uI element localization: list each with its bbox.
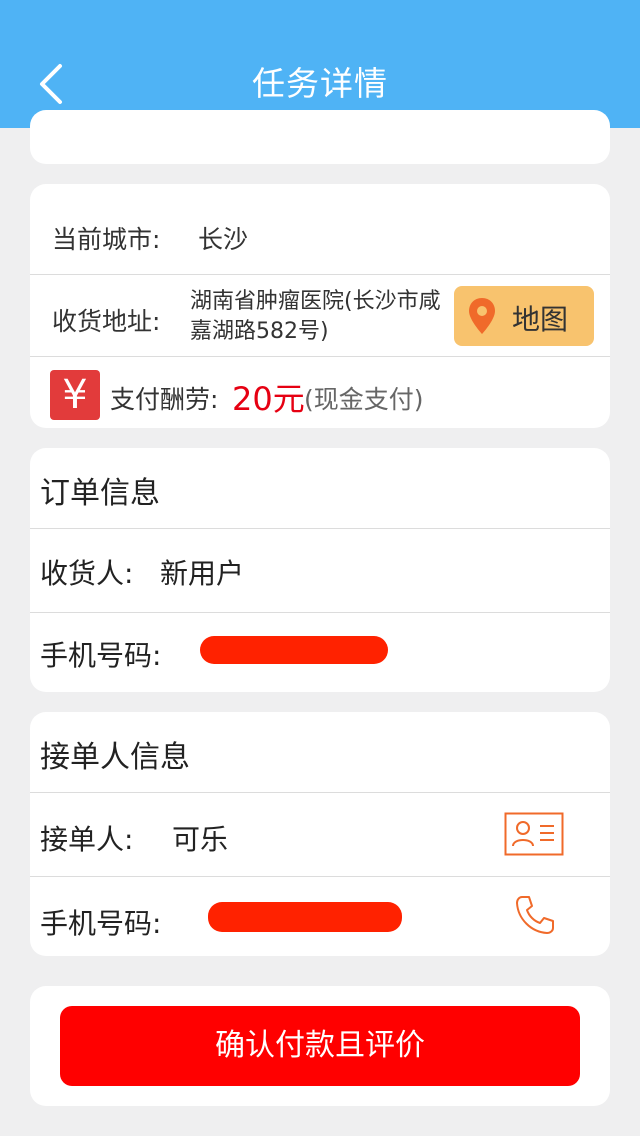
taker-section-title: 接单人信息 <box>40 740 190 775</box>
pay-amount: 20元 <box>232 380 305 418</box>
nav-bar: 任务详情 <box>0 0 640 128</box>
action-card: 确认付款且评价 <box>30 986 610 1106</box>
divider <box>30 356 610 357</box>
receiver-label: 收货人: <box>40 557 134 590</box>
contact-card-icon[interactable] <box>504 812 564 856</box>
confirm-payment-button[interactable]: 确认付款且评价 <box>60 1006 580 1086</box>
order-phone-label: 手机号码: <box>40 639 162 672</box>
city-label: 当前城市: <box>52 225 161 254</box>
redacted-phone <box>208 902 402 932</box>
redacted-phone <box>200 636 388 664</box>
yen-icon: ¥ <box>50 370 100 420</box>
taker-value: 可乐 <box>172 823 229 856</box>
taker-label: 接单人: <box>40 823 134 856</box>
divider <box>30 792 610 793</box>
order-info-card: 订单信息 收货人: 新用户 手机号码: <box>30 448 610 692</box>
city-value: 长沙 <box>198 225 249 254</box>
divider <box>30 876 610 877</box>
divider <box>30 612 610 613</box>
order-section-title: 订单信息 <box>40 476 160 511</box>
top-card <box>30 110 610 164</box>
map-button-label: 地图 <box>512 303 569 336</box>
divider <box>30 274 610 275</box>
address-value: 湖南省肿瘤医院(长沙市咸嘉湖路582号) <box>190 289 441 344</box>
taker-phone-label: 手机号码: <box>40 907 162 940</box>
divider <box>30 528 610 529</box>
page-title: 任务详情 <box>252 64 388 103</box>
task-info-card: 当前城市: 长沙 收货地址: 湖南省肿瘤医院(长沙市咸嘉湖路582号) 地图 ¥… <box>30 184 610 428</box>
pay-label: 支付酬劳: <box>110 385 219 414</box>
map-button[interactable]: 地图 <box>454 286 594 346</box>
address-label: 收货地址: <box>52 307 161 336</box>
pay-note: (现金支付) <box>304 385 424 414</box>
phone-icon[interactable] <box>514 894 556 936</box>
taker-info-card: 接单人信息 接单人: 可乐 手机号码: <box>30 712 610 956</box>
location-pin-icon <box>469 298 495 334</box>
receiver-value: 新用户 <box>160 557 245 590</box>
